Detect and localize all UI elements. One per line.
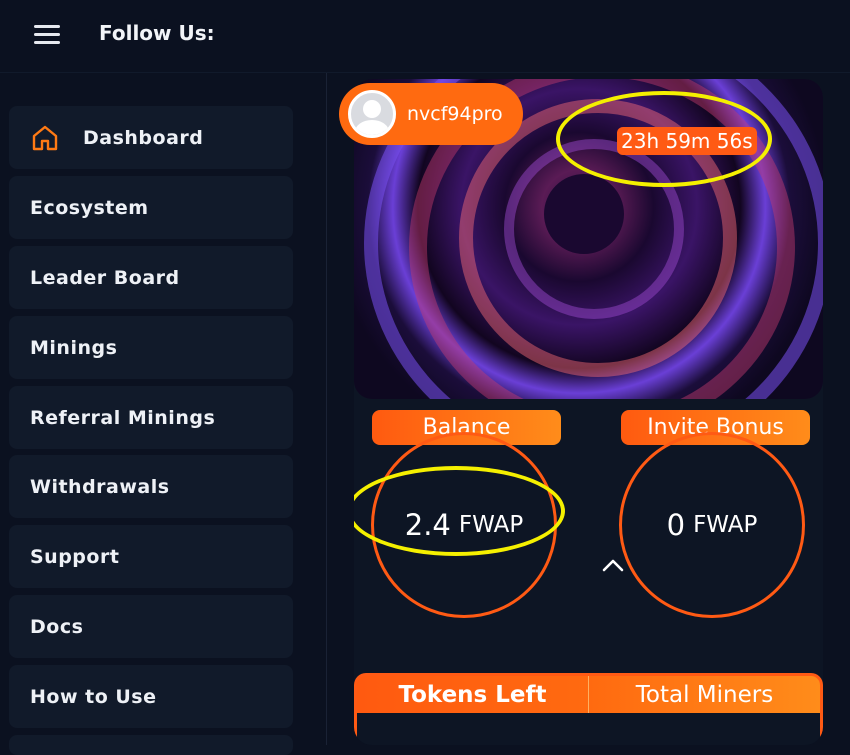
user-profile-pill[interactable]: nvcf94pro: [339, 83, 523, 145]
balance-unit: FWAP: [458, 512, 524, 538]
sidebar-item-label: Withdrawals: [30, 475, 170, 498]
sidebar-item-referral-minings[interactable]: Referral Minings: [9, 386, 293, 449]
sidebar-item-label: Dashboard: [83, 126, 204, 149]
sidebar-item-label: Docs: [30, 615, 84, 638]
sidebar-item-minings[interactable]: Minings: [9, 316, 293, 379]
mining-timer: 23h 59m 56s: [617, 127, 757, 155]
hamburger-menu-icon[interactable]: [34, 25, 60, 45]
sidebar-item-label: How to Use: [30, 685, 157, 708]
sidebar-item-leader-board[interactable]: Leader Board: [9, 246, 293, 309]
username: nvcf94pro: [407, 103, 503, 125]
sidebar-item-label: Referral Minings: [30, 406, 216, 429]
tokens-left-label: Tokens Left: [398, 681, 547, 708]
sidebar-item-label: Support: [30, 545, 120, 568]
stats-body: [354, 713, 823, 745]
main-content: 23h 59m 56s Balance Invite Bonus 2.4 FWA…: [327, 73, 850, 745]
stats-header: Tokens Left Total Miners: [354, 673, 823, 713]
invite-bonus-unit: FWAP: [693, 512, 758, 538]
sidebar-item-withdrawals[interactable]: Withdrawals: [9, 455, 293, 518]
sidebar-item-partial[interactable]: [9, 735, 293, 755]
dashboard-panel: 23h 59m 56s Balance Invite Bonus 2.4 FWA…: [354, 79, 823, 745]
sidebar-item-how-to-use[interactable]: How to Use: [9, 665, 293, 728]
sidebar-item-label: Leader Board: [30, 266, 180, 289]
avatar: [348, 90, 396, 138]
sidebar: Dashboard Ecosystem Leader Board Minings…: [0, 73, 327, 755]
follow-us-label: Follow Us:: [99, 21, 215, 45]
sidebar-item-ecosystem[interactable]: Ecosystem: [9, 176, 293, 239]
sidebar-item-label: Minings: [30, 336, 118, 359]
top-bar: Follow Us:: [0, 0, 850, 73]
invite-bonus-amount: 0: [666, 508, 686, 542]
invite-bonus-circle: 0 FWAP: [619, 432, 805, 618]
sidebar-item-support[interactable]: Support: [9, 525, 293, 588]
sidebar-item-label: Ecosystem: [30, 196, 149, 219]
sidebar-item-dashboard[interactable]: Dashboard: [9, 106, 293, 169]
balance-amount: 2.4: [404, 508, 451, 542]
chevron-up-icon[interactable]: [602, 557, 624, 576]
sidebar-item-docs[interactable]: Docs: [9, 595, 293, 658]
total-miners-label: Total Miners: [588, 676, 820, 713]
home-icon: [30, 123, 60, 153]
balance-circle: 2.4 FWAP: [371, 432, 557, 618]
